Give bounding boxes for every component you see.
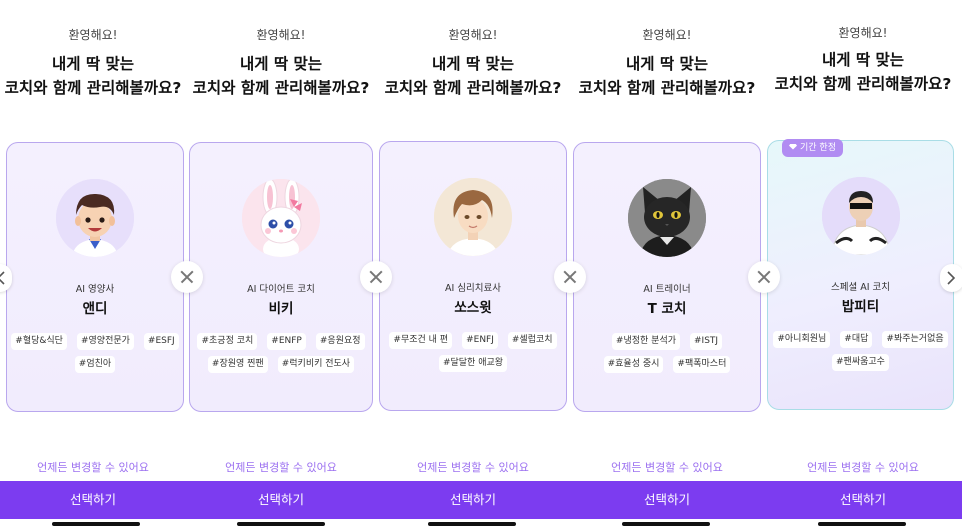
- headline: 내게 딱 맞는 코치와 함께 관리해볼까요?: [774, 51, 952, 93]
- coach-avatar-andy: [56, 179, 134, 257]
- coach-role: AI 영양사: [75, 284, 115, 295]
- select-button[interactable]: 선택하기: [186, 481, 376, 519]
- coach-tag: #장원영 찐팬: [207, 356, 268, 373]
- coach-tag: #ESFJ: [143, 333, 179, 350]
- home-indicator: [237, 522, 325, 526]
- coach-tag: #달달한 애교왕: [438, 355, 508, 372]
- home-indicator: [428, 522, 516, 526]
- close-icon[interactable]: [554, 261, 586, 293]
- change-note: 언제든 변경할 수 있어요: [807, 461, 919, 474]
- coach-tags: #무조건 내 편 #ENFJ #셀럽코치 #달달한 애교왕: [384, 332, 562, 372]
- coach-card-andy[interactable]: AI 영양사 앤디 #혈당&식단 #영양전문가 #ESFJ #엄친아: [6, 142, 184, 412]
- select-button[interactable]: 선택하기: [764, 481, 962, 519]
- coach-tag: #냉정한 분석가: [611, 333, 681, 350]
- coach-tag: #팬싸움고수: [832, 354, 889, 371]
- next-arrow[interactable]: [940, 264, 962, 292]
- select-button[interactable]: 선택하기: [570, 481, 764, 519]
- home-indicator: [622, 522, 710, 526]
- coach-tag: #대답: [840, 331, 873, 348]
- close-icon[interactable]: [171, 261, 203, 293]
- select-button[interactable]: 선택하기: [376, 481, 570, 519]
- coach-avatar-bobpt: [821, 177, 900, 255]
- coach-panel-3: 환영해요! 내게 딱 맞는 코치와 함께 관리해볼까요? AI 심리치료사 쏘스…: [376, 0, 570, 532]
- coach-tag: #ISTJ: [690, 333, 723, 350]
- coach-panel-1: 환영해요! 내게 딱 맞는 코치와 함께 관리해볼까요? AI 영양사 앤디 #…: [0, 0, 186, 532]
- coach-panel-4: 환영해요! 내게 딱 맞는 코치와 함께 관리해볼까요? AI 트레이너 T 코…: [570, 0, 764, 532]
- coach-avatar-tcoach: [628, 179, 706, 257]
- coach-tag: #초긍정 코치: [197, 333, 258, 350]
- onboarding-coach-strip: 환영해요! 내게 딱 맞는 코치와 함께 관리해볼까요? AI 영양사 앤디 #…: [0, 0, 962, 532]
- coach-tag: #엄친아: [74, 356, 116, 373]
- change-note: 언제든 변경할 수 있어요: [37, 461, 149, 474]
- headline: 내게 딱 맞는 코치와 함께 관리해볼까요?: [192, 55, 370, 97]
- coach-card-sosweet[interactable]: AI 심리치료사 쏘스윗 #무조건 내 편 #ENFJ #셀럽코치 #달달한 애…: [379, 141, 567, 411]
- coach-tag: #영양전문가: [76, 333, 134, 350]
- close-icon[interactable]: [360, 261, 392, 293]
- welcome-text: 환영해요!: [68, 28, 118, 42]
- welcome-text: 환영해요!: [448, 28, 498, 42]
- headline: 내게 딱 맞는 코치와 함께 관리해볼까요?: [4, 55, 182, 97]
- coach-name: T 코치: [647, 301, 687, 317]
- home-indicator: [52, 522, 140, 526]
- coach-tag: #혈당&식단: [11, 333, 67, 350]
- coach-avatar-sosweet: [434, 178, 512, 256]
- change-note: 언제든 변경할 수 있어요: [417, 461, 529, 474]
- coach-role: 스페셜 AI 코치: [830, 282, 891, 293]
- home-indicator: [818, 522, 906, 526]
- diamond-icon: [789, 143, 797, 150]
- coach-tags: #냉정한 분석가 #ISTJ #효율성 중시 #팩폭마스터: [578, 333, 756, 373]
- coach-panel-2: 환영해요! 내게 딱 맞는 코치와 함께 관리해볼까요? AI 다이어트 코치 …: [186, 0, 376, 532]
- change-note: 언제든 변경할 수 있어요: [611, 461, 723, 474]
- coach-name: 앤디: [82, 301, 108, 317]
- headline: 내게 딱 맞는 코치와 함께 관리해볼까요?: [578, 55, 756, 97]
- headline: 내게 딱 맞는 코치와 함께 관리해볼까요?: [384, 55, 562, 97]
- select-button[interactable]: 선택하기: [0, 481, 186, 519]
- coach-tags: #아니회원님 #대답 #봐주는거없음 #팬싸움고수: [772, 331, 949, 371]
- coach-role: AI 심리치료사: [444, 283, 502, 294]
- coach-tag: #럭키비키 전도사: [277, 356, 355, 373]
- coach-panel-5: 환영해요! 내게 딱 맞는 코치와 함께 관리해볼까요? 기간 한정 스페셜 A…: [764, 0, 962, 532]
- welcome-text: 환영해요!: [838, 26, 888, 40]
- coach-tag: #셀럽코치: [507, 332, 557, 349]
- chevron-left-icon: [0, 271, 5, 285]
- coach-card-bobpt[interactable]: 기간 한정 스페셜 AI 코치 밥피티 #아니회원님 #대답 #봐주는거없음 #…: [767, 139, 954, 410]
- coach-tag: #팩폭마스터: [673, 356, 731, 373]
- close-icon[interactable]: [748, 261, 780, 293]
- coach-name: 쏘스윗: [454, 300, 492, 316]
- coach-tag: #ENFJ: [462, 332, 498, 349]
- coach-tag: #무조건 내 편: [389, 332, 453, 349]
- coach-role: AI 다이어트 코치: [247, 284, 315, 295]
- coach-role: AI 트레이너: [643, 284, 691, 295]
- coach-card-vicky[interactable]: AI 다이어트 코치 비키 #초긍정 코치 #ENFP #응원요정 #장원영 찐…: [189, 142, 373, 412]
- limited-badge: 기간 한정: [782, 139, 843, 157]
- coach-card-tcoach[interactable]: AI 트레이너 T 코치 #냉정한 분석가 #ISTJ #효율성 중시 #팩폭마…: [573, 142, 761, 412]
- coach-tag: #ENFP: [267, 333, 306, 350]
- chevron-right-icon: [947, 271, 956, 285]
- coach-name: 비키: [268, 301, 294, 317]
- change-note: 언제든 변경할 수 있어요: [225, 461, 337, 474]
- welcome-text: 환영해요!: [642, 28, 692, 42]
- coach-tag: #아니회원님: [773, 331, 831, 348]
- coach-tags: #혈당&식단 #영양전문가 #ESFJ #엄친아: [11, 333, 179, 373]
- coach-tag: #봐주는거없음: [882, 331, 948, 348]
- coach-avatar-vicky: [242, 179, 320, 257]
- coach-tag: #효율성 중시: [603, 356, 664, 373]
- welcome-text: 환영해요!: [256, 28, 306, 42]
- coach-tags: #초긍정 코치 #ENFP #응원요정 #장원영 찐팬 #럭키비키 전도사: [194, 333, 368, 373]
- coach-name: 밥피티: [841, 299, 880, 315]
- coach-tag: #응원요정: [315, 333, 365, 350]
